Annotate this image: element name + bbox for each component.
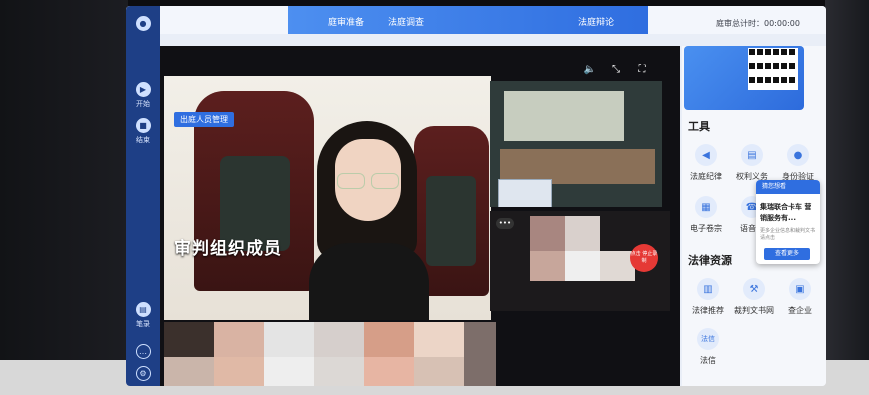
gear-icon: ⚙: [135, 366, 151, 381]
tool-e-dossier[interactable]: ▦ 电子卷宗: [684, 196, 728, 234]
courtroom-video-tile[interactable]: [490, 81, 662, 207]
rail-avatar[interactable]: ●: [126, 16, 160, 33]
popup-desc: 更多企业信息和裁判文书请点击: [760, 228, 816, 241]
more-icon: …: [135, 344, 151, 359]
book-icon: ▥: [697, 278, 719, 300]
avatar-icon: ●: [135, 16, 151, 31]
recommend-popup: 猜您想看 集瑞联合卡车 营销服务有... 更多企业信息和裁判文书请点击 查看更多: [756, 180, 820, 264]
legal-label: 法信: [700, 356, 716, 365]
rail-start-button[interactable]: ▶ 开始: [126, 82, 160, 109]
gavel-icon: ⚒: [743, 278, 765, 300]
legal-resources-title: 法律资源: [688, 254, 732, 267]
video-stage: 🔈 ⤡ ⛶ 出庭人员管理 审判组织成员 ••• 点击 停止录制: [160, 46, 680, 386]
legal-enterprise-search[interactable]: ▣ 查企业: [778, 278, 822, 316]
legal-judgment-site[interactable]: ⚒ 裁判文书网: [728, 278, 780, 316]
qr-code-card[interactable]: [684, 46, 804, 110]
rail-start-label: 开始: [136, 100, 150, 108]
rail-more-button[interactable]: …: [126, 344, 160, 361]
legal-label: 法律推荐: [692, 306, 724, 315]
tool-identity-check[interactable]: ● 身份验证: [776, 144, 820, 182]
building-icon: ▣: [789, 278, 811, 300]
collapse-icon[interactable]: ⤡: [608, 62, 624, 78]
tool-label: 法庭纪律: [690, 172, 722, 181]
main-video-tile[interactable]: 出庭人员管理 审判组织成员: [164, 76, 491, 320]
video-controls: 🔈 ⤡ ⛶: [578, 60, 686, 80]
faxin-icon: 法信: [697, 328, 719, 350]
tab-debate[interactable]: 法庭辩论: [578, 15, 614, 28]
popup-header: 猜您想看: [756, 180, 820, 194]
play-icon: ▶: [135, 82, 151, 97]
document-icon: ▤: [741, 144, 763, 166]
left-rail: ● ▶ 开始 ■ 结束 ▤ 笔录 … ⚙: [126, 6, 160, 386]
personnel-management-button[interactable]: 出庭人员管理: [174, 112, 234, 127]
volume-icon[interactable]: 🔈: [582, 62, 598, 78]
document-icon: ▤: [135, 302, 151, 317]
trial-timer: 庭审总计时：00:00:00: [716, 19, 800, 28]
bottom-video-tile[interactable]: [164, 322, 496, 386]
more-options-button[interactable]: •••: [496, 218, 514, 229]
fullscreen-icon[interactable]: ⛶: [634, 62, 650, 78]
legal-label: 查企业: [788, 306, 812, 315]
popup-view-more-button[interactable]: 查看更多: [764, 248, 810, 260]
tool-rights-obligations[interactable]: ▤ 权利义务: [730, 144, 774, 182]
rail-settings-button[interactable]: ⚙: [126, 366, 160, 383]
folder-icon: ▦: [695, 196, 717, 218]
tab-investigation[interactable]: 法庭调查: [388, 15, 424, 28]
rail-stop-label: 结束: [136, 136, 150, 144]
rail-record-button[interactable]: ▤ 笔录: [126, 302, 160, 329]
user-icon: ●: [787, 144, 809, 166]
stop-icon: ■: [135, 118, 151, 133]
court-app-screen: 庭审准备 法庭调查 法庭辩论 庭审总计时：00:00:00 ● ▶ 开始 ■ 结…: [126, 6, 826, 386]
stop-recording-button[interactable]: 点击 停止录制: [630, 244, 658, 272]
courtroom-screen: [504, 91, 624, 141]
speaker-icon: ◀: [695, 144, 717, 166]
stage-tabs: 庭审准备 法庭调查 法庭辩论: [288, 6, 648, 34]
judge-person: [309, 121, 429, 320]
main-video-caption: 审判组织成员: [174, 239, 282, 259]
monitor-bezel-left: [0, 0, 128, 395]
tab-preparation[interactable]: 庭审准备: [328, 15, 364, 28]
top-bar: 庭审准备 法庭调查 法庭辩论 庭审总计时：00:00:00: [126, 6, 826, 34]
tool-court-discipline[interactable]: ◀ 法庭纪律: [684, 144, 728, 182]
rail-stop-button[interactable]: ■ 结束: [126, 118, 160, 145]
qr-code: [748, 48, 798, 90]
popup-title: 集瑞联合卡车 营销服务有...: [760, 203, 812, 222]
legal-label: 裁判文书网: [734, 306, 774, 315]
rail-record-label: 笔录: [136, 320, 150, 328]
legal-law-recommend[interactable]: ▥ 法律推荐: [686, 278, 730, 316]
tools-title: 工具: [688, 120, 710, 133]
monitor-bezel-right: [825, 0, 869, 395]
screen-share-window: [498, 179, 552, 207]
tool-label: 电子卷宗: [690, 224, 722, 233]
legal-faxin[interactable]: 法信 法信: [686, 328, 730, 366]
